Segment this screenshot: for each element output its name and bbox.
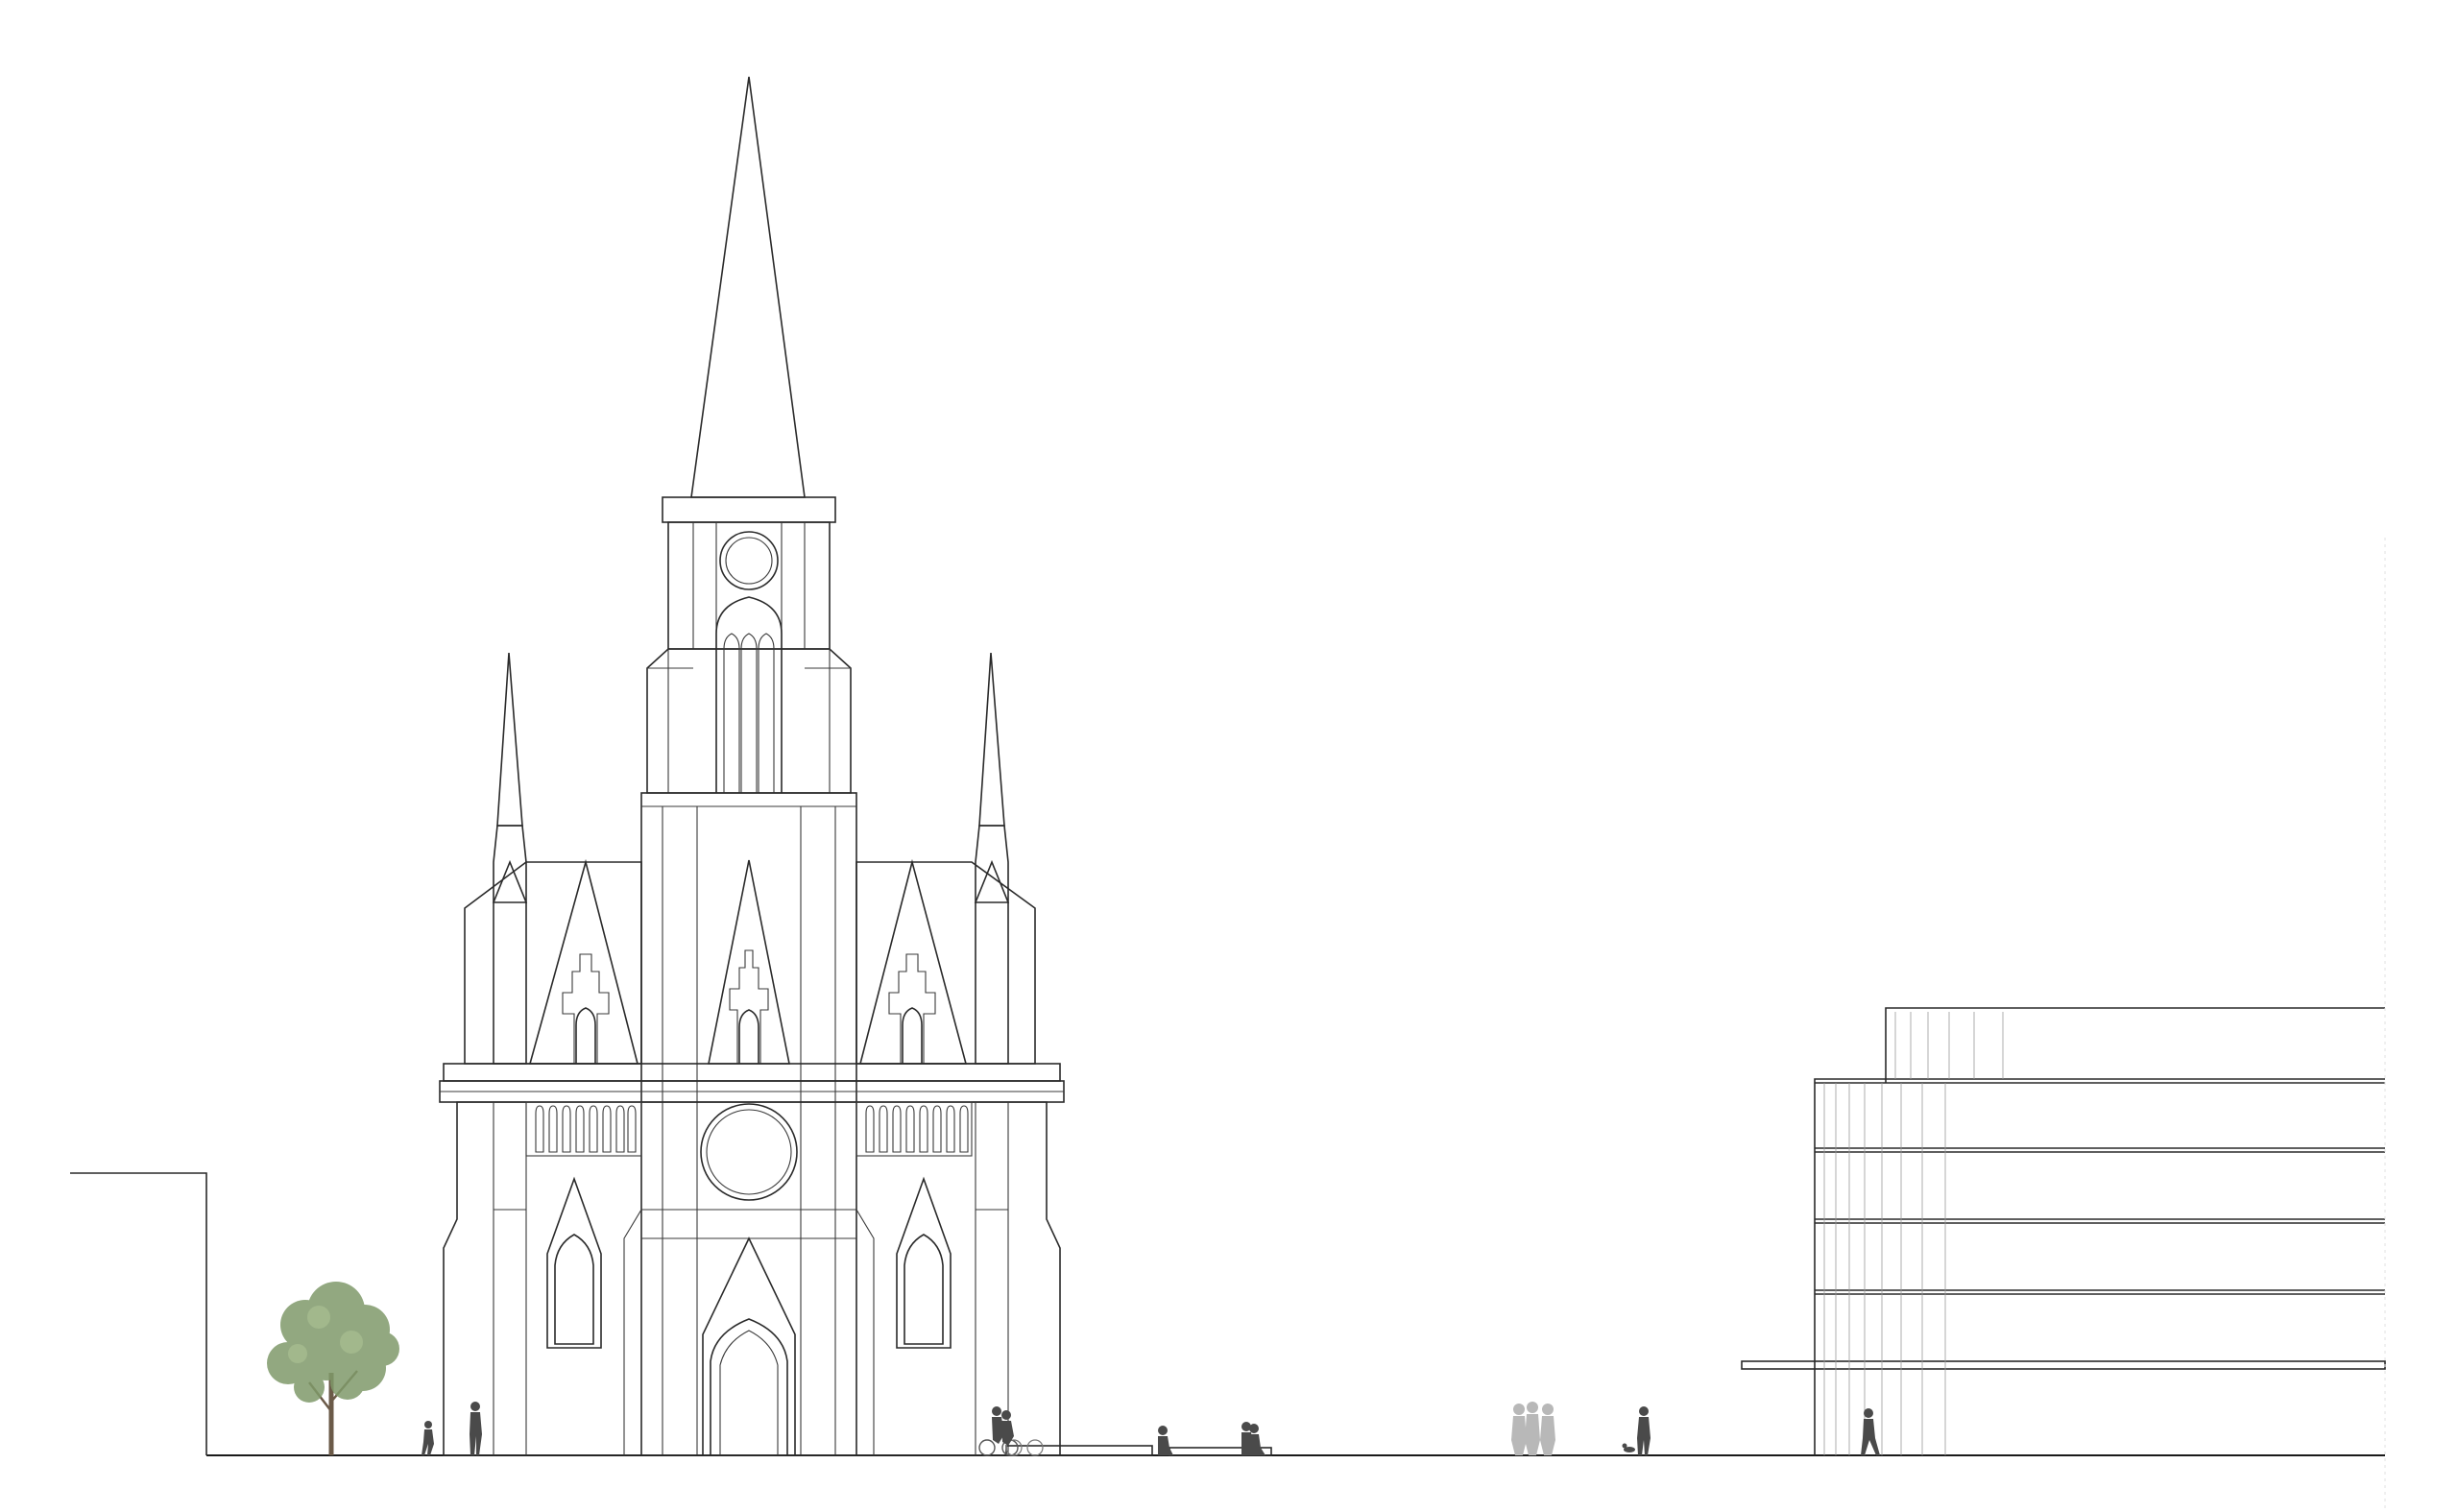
cyclists bbox=[978, 1406, 1044, 1456]
office-building bbox=[1741, 538, 2386, 1512]
gothic-church-facade bbox=[439, 76, 1065, 1456]
street-tree bbox=[267, 1282, 399, 1455]
pedestrian-figures bbox=[422, 1402, 1880, 1455]
elevation-drawing bbox=[70, 76, 2386, 1512]
low-wall-building bbox=[70, 1172, 207, 1455]
benches bbox=[1005, 1445, 1272, 1456]
